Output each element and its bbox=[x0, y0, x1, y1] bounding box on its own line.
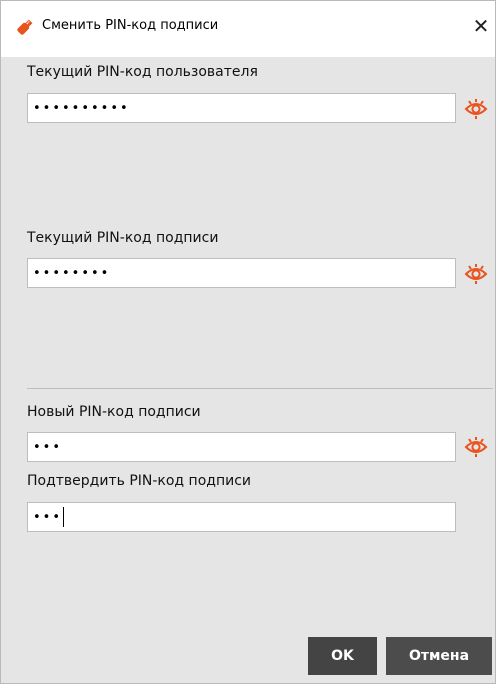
current-user-pin-value: •••••••••• bbox=[33, 100, 130, 116]
new-sign-pin-input[interactable]: ••• bbox=[27, 432, 456, 462]
usb-token-icon bbox=[17, 19, 33, 35]
cancel-button[interactable]: Отмена bbox=[386, 637, 492, 675]
confirm-sign-pin-input[interactable]: ••• bbox=[27, 502, 456, 532]
current-sign-pin-label: Текущий PIN-код подписи bbox=[27, 230, 219, 246]
title-bar: Сменить PIN-код подписи ✕ bbox=[1, 1, 495, 57]
current-sign-pin-input[interactable]: •••••••• bbox=[27, 258, 456, 288]
eye-icon[interactable] bbox=[464, 263, 488, 285]
change-pin-dialog: Сменить PIN-код подписи ✕ Текущий PIN-ко… bbox=[0, 0, 496, 684]
new-sign-pin-label: Новый PIN-код подписи bbox=[27, 404, 201, 420]
new-sign-pin-value: ••• bbox=[33, 439, 63, 455]
ok-button[interactable]: OK bbox=[308, 637, 377, 675]
current-user-pin-label: Текущий PIN-код пользователя bbox=[27, 64, 258, 80]
separator bbox=[27, 388, 493, 389]
text-caret bbox=[63, 507, 65, 527]
window-title: Сменить PIN-код подписи bbox=[42, 18, 219, 33]
current-user-pin-input[interactable]: •••••••••• bbox=[27, 93, 456, 123]
current-sign-pin-value: •••••••• bbox=[33, 265, 111, 281]
confirm-sign-pin-value: ••• bbox=[33, 509, 63, 525]
eye-icon[interactable] bbox=[464, 98, 488, 120]
eye-icon[interactable] bbox=[464, 436, 488, 458]
close-button[interactable]: ✕ bbox=[469, 11, 493, 41]
confirm-sign-pin-label: Подтвердить PIN-код подписи bbox=[27, 473, 252, 489]
